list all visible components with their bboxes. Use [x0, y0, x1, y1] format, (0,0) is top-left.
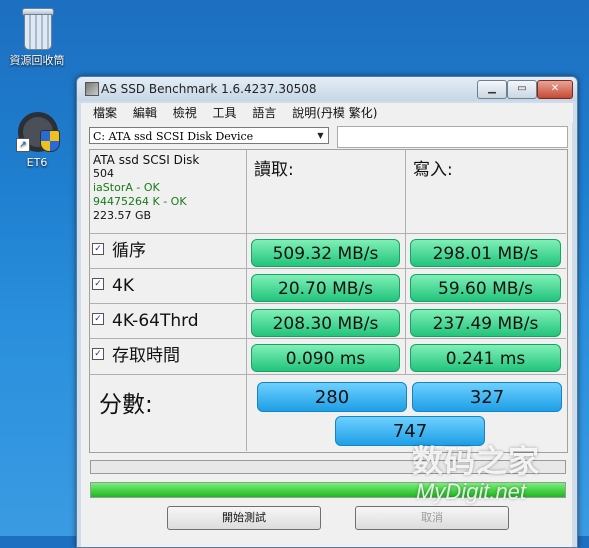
menu-view[interactable]: 檢視 [173, 103, 197, 123]
app-icon [85, 82, 99, 96]
device-driver: iaStorA - OK [93, 181, 160, 194]
score-label: 分數: [99, 392, 153, 418]
chevron-down-icon: ▼ [317, 131, 324, 140]
sequential-read-result: 509.32 MB/s [251, 239, 400, 267]
write-column-header: 寫入: [413, 160, 453, 180]
drive-select-value: C: ATA ssd SCSI Disk Device [93, 130, 254, 143]
watermark: 数码之家 MyDigit.net [412, 436, 540, 505]
device-alignment: 94475264 K - OK [93, 195, 187, 208]
recycle-bin-desktop-icon[interactable]: 資源回收筒 [2, 6, 72, 68]
et6-desktop-icon[interactable]: ↗ ET6 [2, 108, 72, 169]
steering-wheel-icon: ↗ [14, 108, 60, 154]
device-name: ATA ssd SCSI Disk [93, 153, 200, 167]
test-row-label: ✓ 循序 [92, 239, 146, 263]
watermark-cn: 数码之家 [412, 444, 540, 480]
test-checkbox[interactable]: ✓ [92, 243, 104, 255]
device-info: ATA ssd SCSI Disk 504 iaStorA - OK 94475… [93, 153, 199, 223]
shortcut-arrow-icon: ↗ [16, 138, 30, 152]
maximize-button[interactable]: ▭ [507, 80, 537, 99]
status-field [337, 126, 568, 148]
sequential-write-result: 298.01 MB/s [410, 239, 561, 267]
menu-edit[interactable]: 編輯 [133, 103, 157, 123]
4k64-read-result: 208.30 MB/s [251, 309, 400, 337]
start-button[interactable]: 開始測試 [167, 506, 321, 530]
read-column-header: 讀取: [254, 160, 294, 180]
access-read-result: 0.090 ms [251, 344, 400, 372]
desktop-icon-label: 資源回收筒 [9, 54, 65, 67]
4k-write-result: 59.60 MB/s [410, 274, 561, 302]
write-score: 327 [412, 382, 562, 412]
test-checkbox[interactable]: ✓ [92, 278, 104, 290]
shield-icon [40, 130, 60, 152]
window-title: AS SSD Benchmark 1.6.4237.30508 [101, 82, 317, 96]
test-checkbox[interactable]: ✓ [92, 348, 104, 360]
minimize-button[interactable]: ▁ [477, 80, 507, 99]
watermark-en: MyDigit.net [416, 479, 527, 504]
read-score: 280 [257, 382, 407, 412]
desktop-icon-label: ET6 [26, 156, 48, 169]
access-write-result: 0.241 ms [410, 344, 561, 372]
menu-language[interactable]: 語言 [252, 103, 276, 123]
device-firmware: 504 [93, 167, 114, 180]
test-checkbox[interactable]: ✓ [92, 313, 104, 325]
4k-read-result: 20.70 MB/s [251, 274, 400, 302]
drive-select[interactable]: C: ATA ssd SCSI Disk Device ▼ [89, 127, 329, 144]
menu-bar: 檔案 編輯 檢視 工具 語言 說明(丹模 繁化) [81, 103, 573, 123]
device-size: 223.57 GB [93, 209, 152, 222]
menu-tools[interactable]: 工具 [213, 103, 237, 123]
recycle-bin-icon [19, 6, 55, 50]
test-row-label: ✓ 4K [92, 274, 134, 298]
abort-button[interactable]: 取消 [355, 506, 509, 530]
4k64-write-result: 237.49 MB/s [410, 309, 561, 337]
close-button[interactable]: ✕ [537, 80, 573, 99]
test-row-label: ✓ 4K-64Thrd [92, 309, 199, 333]
menu-file[interactable]: 檔案 [93, 103, 117, 123]
menu-help[interactable]: 說明(丹模 繁化) [292, 103, 377, 123]
test-row-label: ✓ 存取時間 [92, 344, 180, 368]
title-bar[interactable]: AS SSD Benchmark 1.6.4237.30508 ▁ ▭ ✕ [77, 77, 577, 101]
